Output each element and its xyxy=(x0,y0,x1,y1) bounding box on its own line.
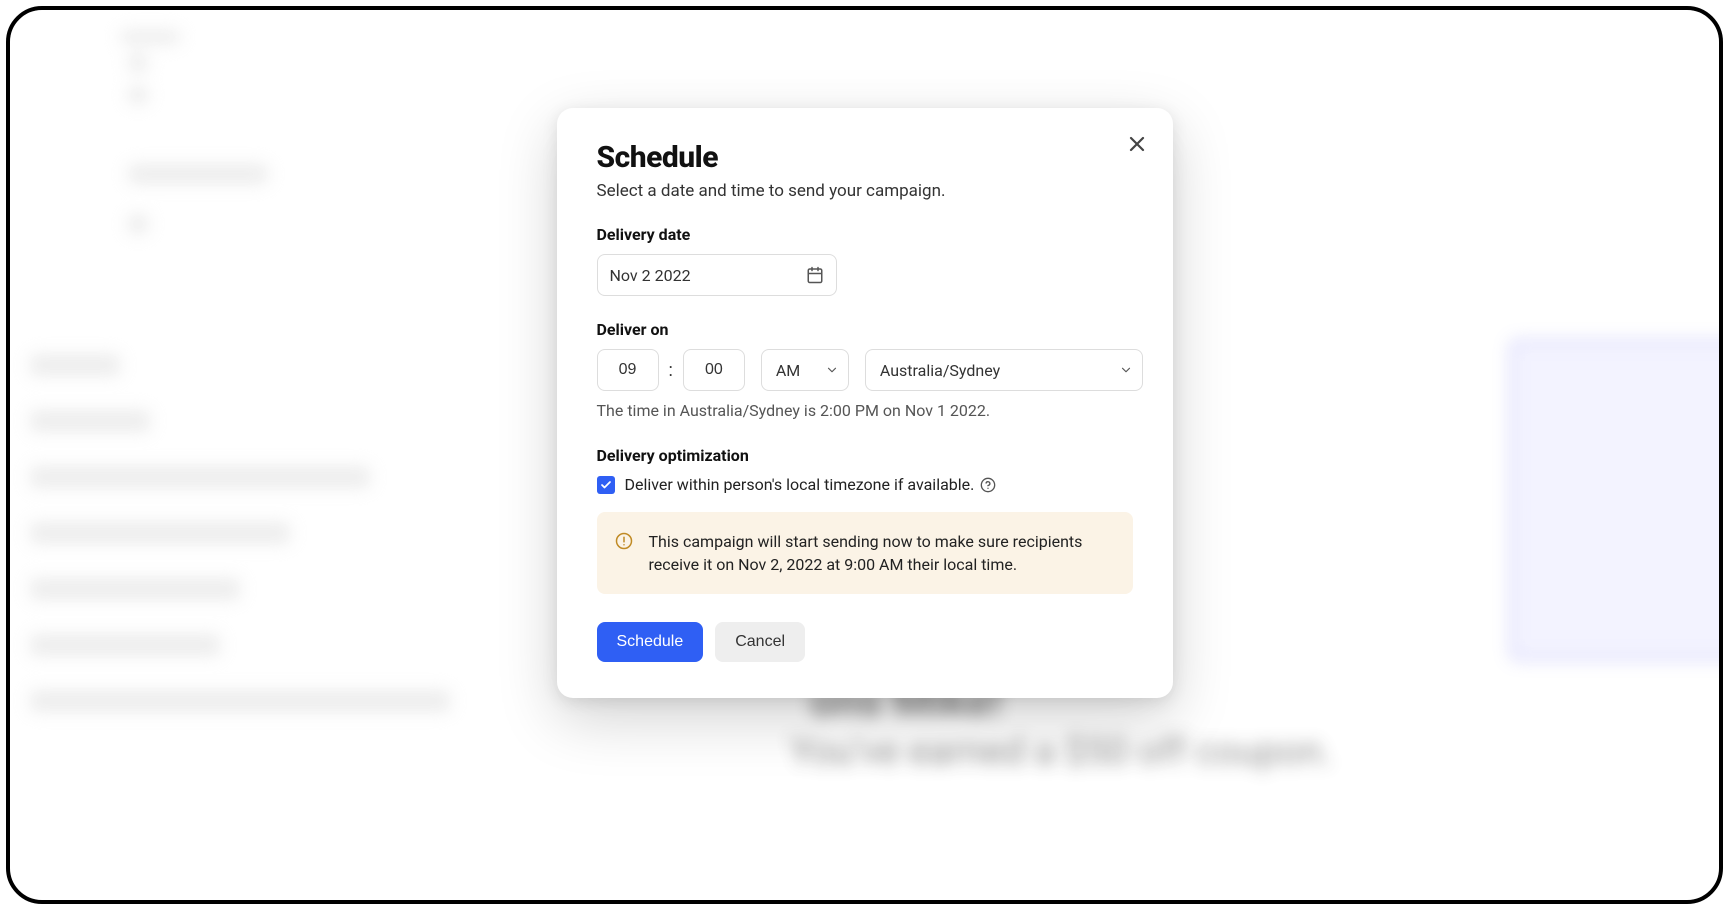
help-icon[interactable] xyxy=(980,477,996,493)
delivery-date-input[interactable]: Nov 2 2022 xyxy=(597,254,837,296)
modal-title: Schedule xyxy=(597,140,1133,175)
modal-overlay: Schedule Select a date and time to send … xyxy=(10,10,1719,900)
checkbox-label-text: Deliver within person's local timezone i… xyxy=(625,475,975,494)
time-colon: : xyxy=(667,360,675,381)
optimization-label: Delivery optimization xyxy=(597,446,1133,465)
deliver-on-label: Deliver on xyxy=(597,320,1133,339)
calendar-icon xyxy=(806,266,824,284)
delivery-date-label: Delivery date xyxy=(597,225,1133,244)
close-icon xyxy=(1128,135,1146,153)
alert-text: This campaign will start sending now to … xyxy=(649,530,1113,576)
modal-subtitle: Select a date and time to send your camp… xyxy=(597,181,1133,201)
alert-icon xyxy=(615,532,633,550)
schedule-modal: Schedule Select a date and time to send … xyxy=(557,108,1173,698)
check-icon xyxy=(600,479,612,491)
ampm-select[interactable]: AM xyxy=(761,349,849,391)
info-alert: This campaign will start sending now to … xyxy=(597,512,1133,594)
browser-frame: t for you! ons Mike! You've earned a $50… xyxy=(6,6,1723,904)
close-button[interactable] xyxy=(1123,130,1151,158)
local-timezone-checkbox[interactable] xyxy=(597,476,615,494)
minute-input[interactable] xyxy=(683,349,745,391)
timezone-hint: The time in Australia/Sydney is 2:00 PM … xyxy=(597,401,1133,420)
hour-input[interactable] xyxy=(597,349,659,391)
schedule-button[interactable]: Schedule xyxy=(597,622,704,662)
delivery-date-value: Nov 2 2022 xyxy=(610,266,691,285)
timezone-select[interactable]: Australia/Sydney xyxy=(865,349,1143,391)
cancel-button[interactable]: Cancel xyxy=(715,622,805,662)
